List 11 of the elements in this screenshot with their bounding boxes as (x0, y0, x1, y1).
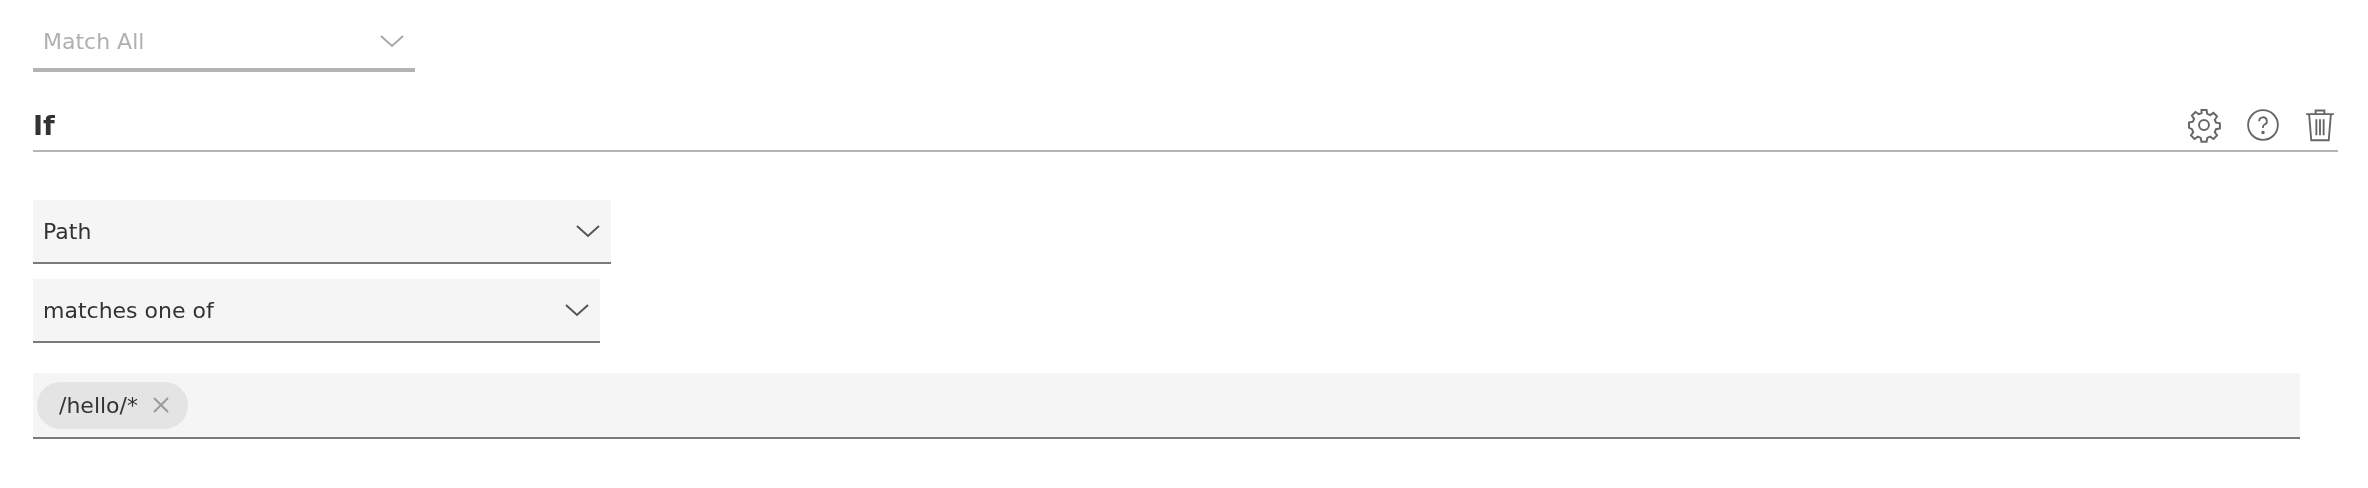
trash-icon[interactable] (2304, 107, 2336, 143)
section-title: If (33, 109, 55, 141)
chevron-down-icon (575, 223, 601, 239)
chevron-down-icon (564, 302, 590, 318)
settings-icon[interactable] (2186, 107, 2222, 143)
dropdown[interactable]: matches one of (33, 279, 600, 343)
chevron-down-icon (379, 33, 405, 49)
tag-label: /hello/* (59, 392, 138, 418)
tag-input-field[interactable]: /hello/* (33, 373, 2300, 439)
dropdown[interactable]: Path (33, 200, 611, 264)
help-icon[interactable] (2246, 108, 2280, 142)
